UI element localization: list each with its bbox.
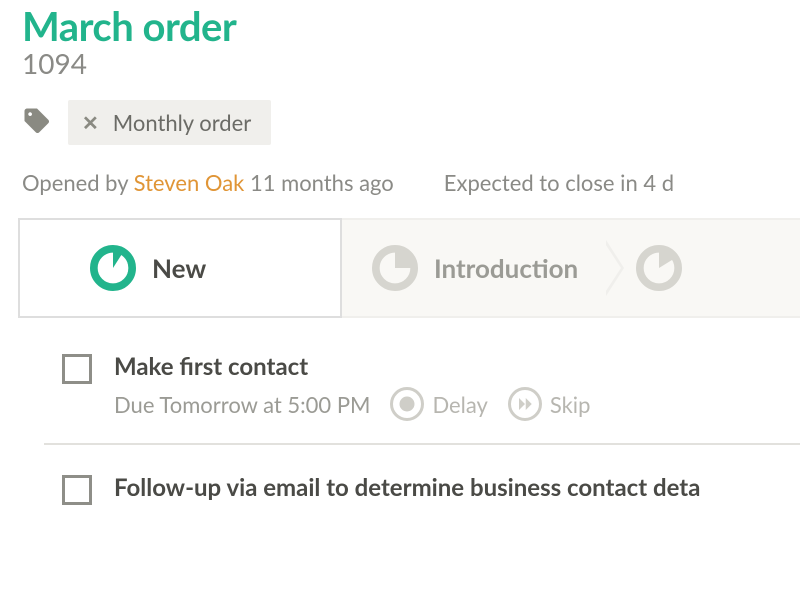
progress-icon	[372, 245, 418, 291]
close-icon[interactable]: ✕	[82, 113, 99, 133]
task-checkbox[interactable]	[62, 475, 92, 505]
stage-label: Introduction	[434, 252, 578, 284]
delay-button[interactable]: Delay	[390, 387, 487, 421]
task-row: Make first contact Due Tomorrow at 5:00 …	[62, 344, 800, 443]
stage-bar: New Introduction	[18, 218, 800, 318]
chevron-right-icon	[606, 240, 624, 296]
tag-label: Monthly order	[113, 109, 251, 136]
tag-chip[interactable]: ✕ Monthly order	[68, 100, 271, 145]
expected-close: Expected to close in 4 d	[444, 169, 674, 196]
task-due: Due Tomorrow at 5:00 PM	[114, 391, 370, 418]
skip-icon	[508, 387, 542, 421]
task-title: Make first contact	[114, 352, 800, 381]
opened-by: Opened by Steven Oak 11 months ago	[22, 169, 394, 196]
stage-introduction[interactable]: Introduction	[342, 218, 606, 318]
tag-icon	[22, 106, 52, 140]
stage-next[interactable]	[606, 218, 800, 318]
skip-button[interactable]: Skip	[508, 387, 591, 421]
task-checkbox[interactable]	[62, 354, 92, 384]
divider	[44, 443, 800, 445]
task-title: Follow-up via email to determine busines…	[114, 473, 800, 502]
progress-icon	[636, 245, 682, 291]
record-number: 1094	[22, 46, 800, 80]
task-row: Follow-up via email to determine busines…	[62, 465, 800, 527]
clock-icon	[390, 387, 424, 421]
page-title: March order	[22, 2, 800, 50]
progress-icon	[90, 245, 136, 291]
author-link[interactable]: Steven Oak	[134, 169, 245, 196]
stage-new[interactable]: New	[18, 218, 342, 318]
stage-label: New	[152, 252, 206, 284]
